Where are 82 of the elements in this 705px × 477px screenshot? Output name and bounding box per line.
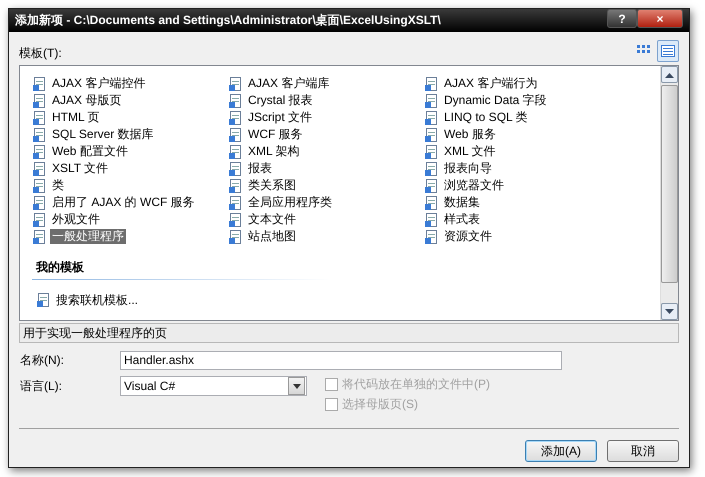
file-icon [424, 178, 440, 194]
template-item[interactable]: 站点地图 [246, 229, 298, 244]
file-icon [228, 144, 244, 160]
template-item[interactable]: XML 架构 [246, 144, 302, 159]
file-icon [228, 92, 244, 108]
file-icon [32, 110, 48, 126]
file-icon [424, 126, 440, 142]
dialog-button[interactable]: 添加(A) [525, 440, 597, 462]
template-item[interactable]: 报表 [246, 161, 274, 176]
option-label: 选择母版页(S) [342, 396, 418, 413]
template-item[interactable]: 一般处理程序 [50, 229, 126, 244]
template-item[interactable]: 资源文件 [442, 229, 494, 244]
file-icon [32, 212, 48, 228]
template-item[interactable]: 文本文件 [246, 212, 298, 227]
template-item[interactable]: 启用了 AJAX 的 WCF 服务 [50, 195, 197, 210]
file-icon [424, 194, 440, 210]
file-icon [32, 144, 48, 160]
file-icon [424, 76, 440, 92]
scrollbar[interactable] [660, 66, 678, 320]
template-item[interactable]: 外观文件 [50, 212, 102, 227]
template-item[interactable]: 全局应用程序类 [246, 195, 334, 210]
template-item[interactable]: AJAX 母版页 [50, 93, 124, 108]
file-icon [32, 92, 48, 108]
file-icon [32, 194, 48, 210]
template-item[interactable]: XSLT 文件 [50, 161, 110, 176]
file-icon [228, 160, 244, 176]
language-label: 语言(L): [19, 378, 63, 395]
file-icon [228, 212, 244, 228]
close-button[interactable]: × [637, 9, 683, 28]
list-view-icon [661, 45, 675, 57]
option-label: 将代码放在单独的文件中(P) [342, 376, 490, 393]
file-icon [424, 92, 440, 108]
view-button[interactable] [657, 40, 679, 62]
file-icon [228, 178, 244, 194]
file-icon [424, 110, 440, 126]
down-arrow-icon [665, 308, 674, 314]
caret-icon [292, 384, 300, 388]
file-icon [36, 292, 52, 308]
file-icon [32, 228, 48, 244]
template-item[interactable]: Dynamic Data 字段 [442, 93, 549, 108]
template-item[interactable]: SQL Server 数据库 [50, 127, 156, 142]
template-item[interactable]: WCF 服务 [246, 127, 305, 142]
help-button[interactable]: ? [607, 9, 637, 28]
file-icon [32, 126, 48, 142]
file-icon [32, 76, 48, 92]
name-label: 名称(N): [19, 352, 65, 369]
file-icon [32, 160, 48, 176]
dialog-button[interactable]: 取消 [607, 440, 679, 462]
name-field[interactable]: Handler.ashx [120, 351, 562, 370]
template-item[interactable]: 类关系图 [246, 178, 298, 193]
template-item[interactable]: 报表向导 [442, 161, 494, 176]
file-icon [32, 178, 48, 194]
file-icon [424, 144, 440, 160]
up-arrow-icon [665, 72, 674, 78]
file-icon [424, 160, 440, 176]
section-heading: 我的模板 [34, 259, 85, 276]
template-item[interactable]: AJAX 客户端控件 [50, 76, 148, 91]
description-bar: 用于实现一般处理程序的页 [19, 323, 679, 343]
template-item[interactable]: 样式表 [442, 212, 482, 227]
file-icon [228, 194, 244, 210]
template-item[interactable]: Web 服务 [442, 127, 498, 142]
file-icon [228, 228, 244, 244]
language-dropdown[interactable]: Visual C# [120, 376, 307, 396]
file-icon [424, 212, 440, 228]
template-item[interactable]: Crystal 报表 [246, 93, 315, 108]
file-icon [228, 76, 244, 92]
template-item[interactable]: LINQ to SQL 类 [442, 110, 530, 125]
template-item[interactable]: AJAX 客户端库 [246, 76, 332, 91]
template-item[interactable]: 浏览器文件 [442, 178, 506, 193]
template-item[interactable]: AJAX 客户端行为 [442, 76, 540, 91]
file-icon [228, 126, 244, 142]
window-title: 添加新项 - C:\Documents and Settings\Administrator\桌面\ExcelUsingXSLT\ [15, 12, 442, 29]
file-icon [228, 110, 244, 126]
template-item[interactable]: 数据集 [442, 195, 482, 210]
template-item[interactable]: 搜索联机模板... [54, 292, 140, 308]
template-item[interactable]: Web 配置文件 [50, 144, 130, 159]
template-item[interactable]: HTML 页 [50, 110, 102, 125]
template-item[interactable]: XML 文件 [442, 144, 498, 159]
templates-label: 模板(T): [19, 45, 62, 62]
template-item[interactable]: JScript 文件 [246, 110, 314, 125]
template-item[interactable]: 类 [50, 178, 66, 193]
file-icon [424, 228, 440, 244]
